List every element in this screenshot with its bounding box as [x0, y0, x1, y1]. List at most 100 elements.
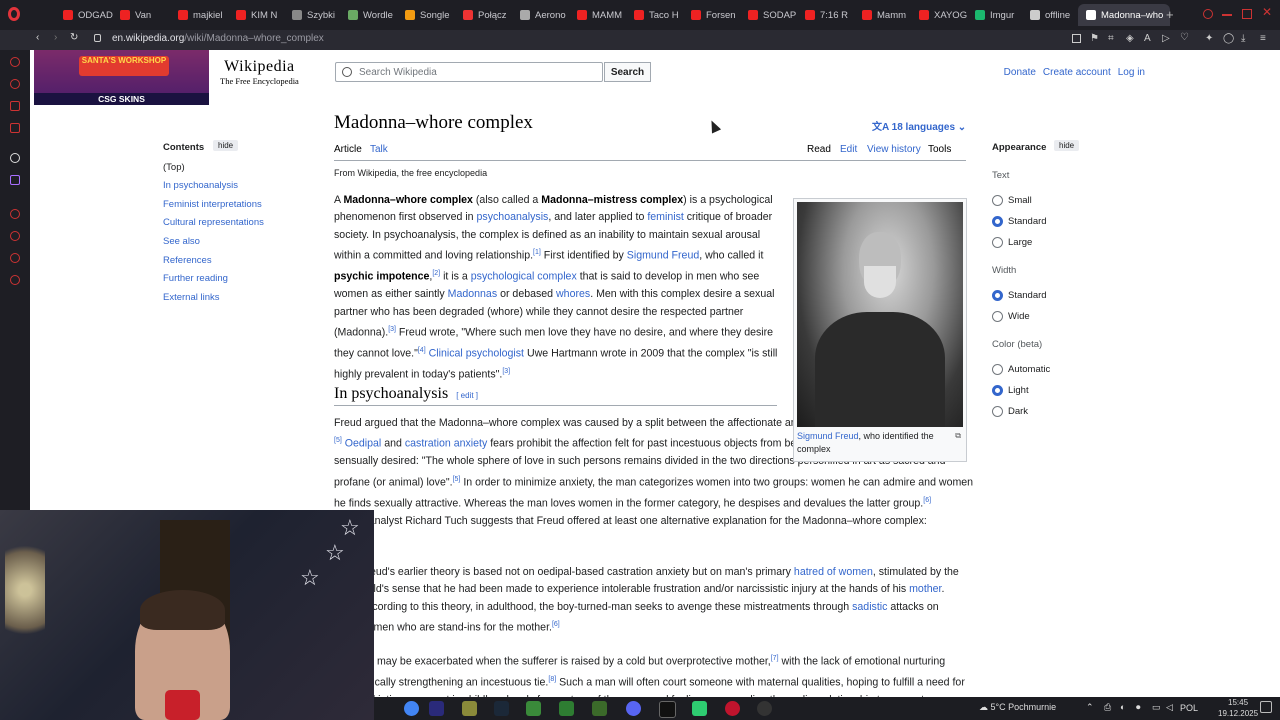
snapshot-icon[interactable]: ⌗ — [1108, 33, 1114, 44]
clock[interactable]: 15:45 19.12.2025 — [1218, 697, 1258, 719]
weather-widget[interactable]: ☁ 5°C Pochmurnie — [979, 702, 1056, 713]
twitch-icon[interactable] — [10, 175, 20, 185]
explorer-icon[interactable] — [462, 701, 477, 716]
translate-icon[interactable]: A — [1144, 33, 1151, 44]
split-icon[interactable] — [1072, 34, 1081, 43]
app-icon[interactable] — [559, 701, 574, 716]
toc-item[interactable]: See also — [163, 236, 200, 247]
heart-icon[interactable]: ♡ — [1180, 32, 1189, 43]
browser-tab[interactable]: ODGAD — [55, 4, 113, 26]
toc-item[interactable]: References — [163, 255, 212, 266]
browser-tab[interactable]: Wordle — [340, 4, 400, 26]
music-icon[interactable] — [10, 123, 20, 133]
tab-edit[interactable]: Edit — [840, 144, 857, 155]
toc-item[interactable]: External links — [163, 292, 220, 303]
close-icon[interactable]: ✕ — [1262, 5, 1272, 19]
toc-item[interactable]: In psychoanalysis — [163, 180, 238, 191]
languages-button[interactable]: 文A 18 languages ⌄ — [872, 118, 966, 133]
toc-item[interactable]: (Top) — [163, 162, 185, 173]
search-input[interactable]: Search Wikipedia — [335, 62, 603, 82]
browser-tab[interactable]: Imgur — [967, 4, 1025, 26]
sidebar-icon[interactable] — [10, 57, 20, 67]
donate-link[interactable]: Donate — [1004, 67, 1036, 78]
browser-tab[interactable]: Van — [112, 4, 170, 26]
browser-tab-active[interactable]: Madonna–who — [1078, 4, 1170, 26]
create-account-link[interactable]: Create account — [1043, 67, 1111, 78]
back-icon[interactable]: ‹ — [36, 32, 39, 43]
login-link[interactable]: Log in — [1118, 67, 1145, 78]
tab-tools[interactable]: Tools — [928, 144, 951, 155]
player-icon[interactable] — [10, 209, 20, 219]
browser-tab[interactable]: Połącz — [455, 4, 515, 26]
history-icon[interactable] — [10, 231, 20, 241]
caption-link[interactable]: Sigmund Freud — [797, 431, 859, 441]
wikipedia-logo[interactable]: Wikipedia The Free Encyclopedia — [220, 58, 299, 86]
minecraft-icon[interactable] — [592, 701, 607, 716]
opera-icon[interactable] — [725, 701, 740, 716]
appearance-hide-button[interactable]: hide — [1054, 140, 1080, 151]
terminal-icon[interactable] — [659, 701, 676, 718]
tab-view-history[interactable]: View history — [867, 144, 921, 155]
app-icon[interactable] — [692, 701, 707, 716]
browser-tab[interactable]: XAYOG — [911, 4, 971, 26]
sidebar-icon[interactable] — [10, 153, 20, 163]
browser-tab[interactable]: Szybki — [284, 4, 344, 26]
tray-icon[interactable]: ◐ — [1120, 702, 1125, 712]
tray-icon[interactable]: ⎙ — [1104, 702, 1111, 713]
opera-logo-icon[interactable] — [8, 7, 20, 21]
toc-item[interactable]: Feminist interpretations — [163, 199, 262, 210]
section-edit-link[interactable]: [ edit ] — [456, 391, 478, 400]
browser-tab[interactable]: Mamm — [854, 4, 914, 26]
browser-tab[interactable]: offline — [1022, 4, 1080, 26]
radio-dark[interactable] — [992, 406, 1003, 417]
notepad-icon[interactable] — [526, 701, 541, 716]
settings-icon[interactable] — [10, 275, 20, 285]
radio-width-wide[interactable] — [992, 311, 1003, 322]
browser-tab[interactable]: Aerono — [512, 4, 572, 26]
volume-icon[interactable]: ◁ — [1166, 702, 1173, 713]
forward-icon[interactable]: › — [54, 32, 57, 43]
maximize-icon[interactable] — [1242, 9, 1252, 19]
mic-icon[interactable]: ⏺ — [1136, 702, 1141, 713]
freud-portrait[interactable] — [797, 202, 963, 427]
network-icon[interactable]: ▭ — [1152, 702, 1161, 713]
extensions-icon[interactable]: ✦ — [1205, 33, 1213, 44]
menu-icon[interactable]: ≡ — [1260, 33, 1266, 44]
browser-tab[interactable]: Forsen — [683, 4, 743, 26]
new-tab-icon[interactable]: + — [1166, 7, 1174, 22]
bookmark-icon[interactable]: ⚑ — [1090, 33, 1099, 44]
minimize-icon[interactable] — [1222, 14, 1232, 16]
lock-icon[interactable] — [94, 34, 101, 42]
steam-icon[interactable] — [494, 701, 509, 716]
browser-tab[interactable]: majkiel — [170, 4, 230, 26]
after-effects-icon[interactable] — [429, 701, 444, 716]
toc-hide-button[interactable]: hide — [213, 140, 239, 151]
search-button[interactable]: Search — [604, 62, 651, 82]
browser-tab[interactable]: Taco H — [626, 4, 686, 26]
shield-icon[interactable]: ◈ — [1126, 33, 1134, 44]
radio-standard[interactable] — [992, 216, 1003, 227]
discord-icon[interactable] — [626, 701, 641, 716]
browser-tab[interactable]: MAMM — [569, 4, 629, 26]
obs-icon[interactable] — [757, 701, 772, 716]
radio-large[interactable] — [992, 237, 1003, 248]
radio-small[interactable] — [992, 195, 1003, 206]
messenger-icon[interactable] — [10, 101, 20, 111]
toc-item[interactable]: Further reading — [163, 273, 228, 284]
play-icon[interactable]: ▷ — [1162, 33, 1170, 44]
search-icon[interactable] — [1203, 9, 1213, 19]
browser-tab[interactable]: 7:16 R — [797, 4, 857, 26]
sidebar-icon[interactable] — [10, 79, 20, 89]
download-icon[interactable]: ⤓ — [1241, 33, 1245, 44]
browser-tab[interactable]: SODAP — [740, 4, 800, 26]
tab-talk[interactable]: Talk — [370, 144, 388, 155]
extensions-icon[interactable] — [10, 253, 20, 263]
tab-article[interactable]: Article — [334, 144, 362, 155]
url-field[interactable]: en.wikipedia.org/wiki/Madonna–whore_comp… — [112, 33, 324, 44]
tray-arrow-icon[interactable]: ⌃ — [1086, 702, 1094, 713]
browser-tab[interactable]: Songle — [397, 4, 457, 26]
language-indicator[interactable]: POL — [1180, 703, 1198, 713]
enlarge-icon[interactable]: ⧉ — [955, 431, 961, 441]
radio-width-standard[interactable] — [992, 290, 1003, 301]
radio-automatic[interactable] — [992, 364, 1003, 375]
